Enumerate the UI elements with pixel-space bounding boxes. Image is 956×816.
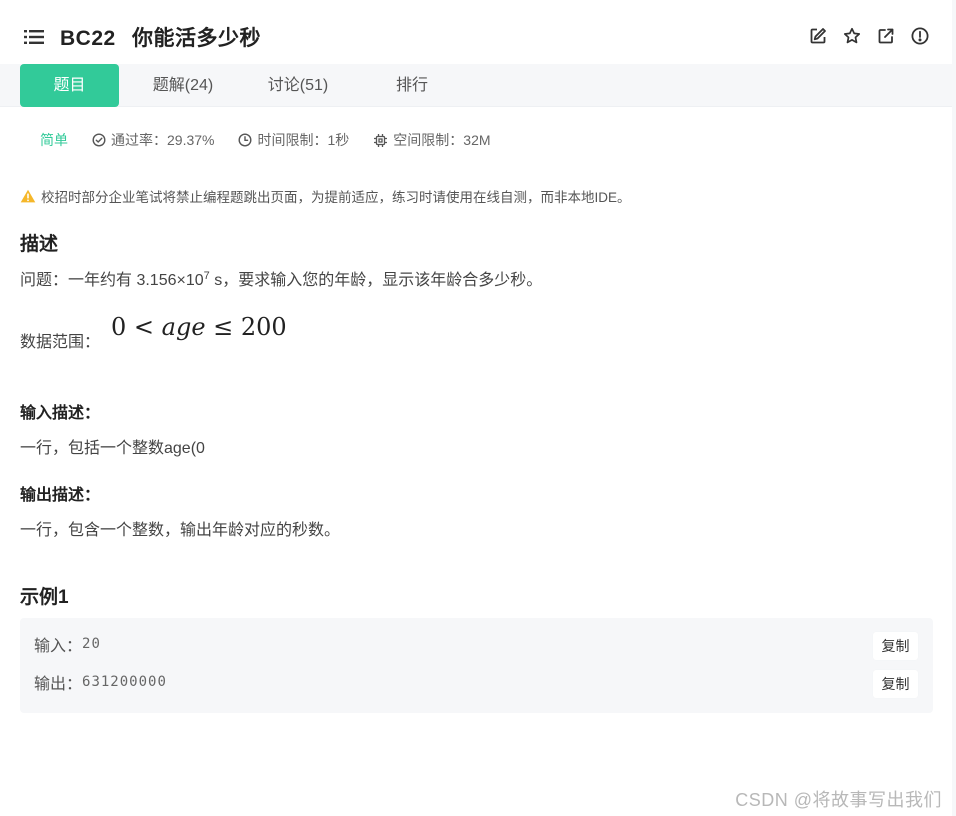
copy-input-button[interactable]: 复制 bbox=[873, 632, 918, 660]
problem-name: 你能活多少秒 bbox=[132, 27, 262, 50]
star-icon[interactable] bbox=[842, 26, 862, 46]
example-input-label: 输入： bbox=[34, 638, 83, 655]
example-output-label: 输出： bbox=[34, 676, 83, 693]
tab-ranking[interactable]: 排行 bbox=[360, 64, 464, 107]
example-output-value: 631200000 bbox=[82, 674, 167, 690]
formula-part-a: 0 < bbox=[111, 313, 162, 341]
tab-solutions[interactable]: 题解(24) bbox=[130, 64, 236, 107]
example-output-row: 输出： 631200000 bbox=[34, 670, 167, 694]
report-icon[interactable] bbox=[910, 26, 930, 46]
tab-discussion[interactable]: 讨论(51) bbox=[246, 64, 350, 107]
ide-notice: 校招时部分企业笔试将禁止编程题跳出页面，为提前适应，练习时请使用在线自测，而非本… bbox=[20, 186, 631, 206]
pass-rate: 通过率：29.37% bbox=[92, 130, 214, 150]
question-text-before: 问题：一年约有 3.156×10 bbox=[20, 272, 204, 289]
watermark: CSDN @将故事写出我们 bbox=[735, 790, 942, 810]
input-desc-heading: 输入描述： bbox=[20, 405, 101, 422]
warning-icon bbox=[20, 189, 36, 203]
check-circle-icon bbox=[92, 133, 106, 147]
external-link-icon[interactable] bbox=[876, 26, 896, 46]
problem-meta: 简单 通过率：29.37% 时间限制：1秒 空间限制：32M bbox=[40, 130, 515, 150]
output-desc-text: 一行，包含一个整数，输出年龄对应的秒数。 bbox=[20, 522, 341, 539]
output-desc-heading: 输出描述： bbox=[20, 487, 101, 504]
memory-limit-text: 空间限制：32M bbox=[393, 132, 491, 148]
memory-limit: 空间限制：32M bbox=[373, 130, 491, 150]
example-box: 输入： 20 复制 输出： 631200000 复制 bbox=[20, 618, 933, 713]
edit-icon[interactable] bbox=[808, 26, 828, 46]
example-heading: 示例1 bbox=[20, 587, 69, 608]
example-input-row: 输入： 20 bbox=[34, 632, 101, 656]
pass-rate-text: 通过率：29.37% bbox=[111, 132, 215, 148]
time-limit: 时间限制：1秒 bbox=[238, 130, 349, 150]
header-actions bbox=[808, 26, 930, 46]
page-right-edge bbox=[952, 0, 956, 816]
formula-part-b: ≤ 200 bbox=[205, 313, 287, 341]
problem-code: BC22 bbox=[60, 27, 116, 50]
chip-icon bbox=[374, 133, 388, 147]
input-desc-text: 一行，包括一个整数age(0 bbox=[20, 440, 205, 457]
page-title: BC22 你能活多少秒 bbox=[60, 22, 261, 52]
range-label: 数据范围： bbox=[20, 334, 101, 351]
copy-output-button[interactable]: 复制 bbox=[873, 670, 918, 698]
problem-header: BC22 你能活多少秒 bbox=[0, 0, 956, 64]
formula-variable: age bbox=[161, 313, 206, 341]
time-limit-text: 时间限制：1秒 bbox=[257, 132, 350, 148]
clock-icon bbox=[238, 133, 252, 147]
description-heading: 描述 bbox=[20, 234, 59, 255]
question-text-after: s，要求输入您的年龄，显示该年龄合多少秒。 bbox=[209, 272, 543, 289]
list-icon[interactable] bbox=[24, 29, 44, 45]
description-question: 问题：一年约有 3.156×107 s，要求输入您的年龄，显示该年龄合多少秒。 bbox=[20, 266, 542, 290]
range-formula: 0 < age ≤ 200 bbox=[111, 313, 287, 341]
tab-problem[interactable]: 题目 bbox=[20, 64, 119, 107]
notice-text: 校招时部分企业笔试将禁止编程题跳出页面，为提前适应，练习时请使用在线自测，而非本… bbox=[41, 190, 631, 205]
example-input-value: 20 bbox=[82, 636, 101, 652]
difficulty-badge: 简单 bbox=[40, 132, 68, 148]
problem-tabs: 题目 题解(24) 讨论(51) 排行 bbox=[0, 64, 952, 107]
